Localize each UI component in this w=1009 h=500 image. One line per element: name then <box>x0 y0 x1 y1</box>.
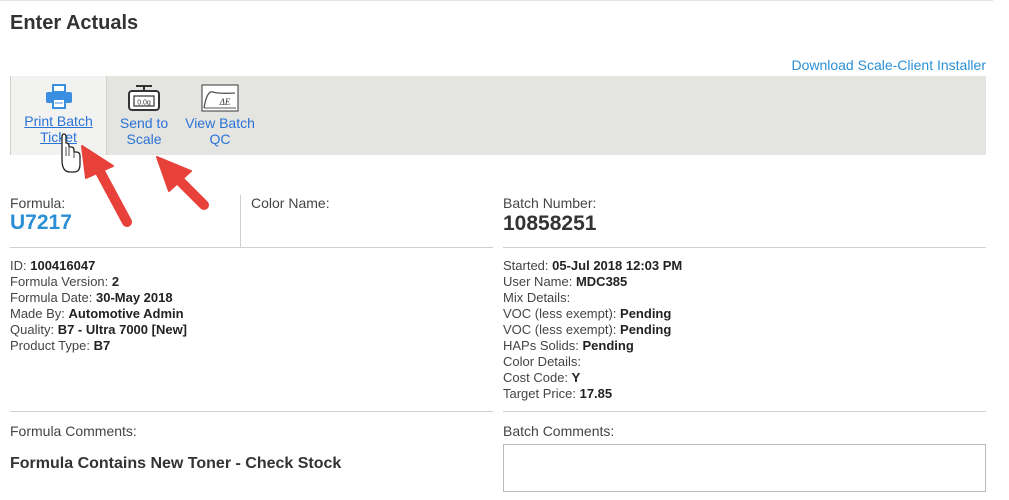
detail-row-made-by: Made By: Automotive Admin <box>10 306 184 321</box>
header-divider <box>240 195 241 247</box>
delta-e-chart-icon: ΔE <box>201 84 239 112</box>
scale-label-line2: Scale <box>126 131 162 147</box>
detail-row-started: Started: 05-Jul 2018 12:03 PM <box>503 258 683 273</box>
batch-number-label: Batch Number: <box>503 195 597 211</box>
formula-number[interactable]: U7217 <box>10 211 72 235</box>
print-batch-ticket-button[interactable]: Print Batch Ticket <box>10 76 107 155</box>
top-divider <box>0 0 993 1</box>
formula-comments-text: Formula Contains New Toner - Check Stock <box>10 455 342 472</box>
right-details-rule <box>503 411 986 412</box>
color-name-label: Color Name: <box>251 195 330 211</box>
detail-row-id: ID: 100416047 <box>10 258 96 273</box>
detail-row-haps-solids: HAPs Solids: Pending <box>503 338 634 353</box>
right-header-rule <box>503 247 986 248</box>
red-arrow-icon <box>81 145 132 227</box>
detail-row-user-name: User Name: MDC385 <box>503 274 628 289</box>
batch-comments-input[interactable] <box>503 444 986 492</box>
qc-label-line1: View Batch <box>185 115 255 131</box>
left-details-rule <box>10 411 493 412</box>
formula-comments-label: Formula Comments: <box>10 423 137 439</box>
view-batch-qc-button[interactable]: ΔE View Batch QC <box>180 76 260 155</box>
batch-number: 10858251 <box>503 212 597 235</box>
send-to-scale-button[interactable]: 0.0g Send to Scale <box>114 76 174 155</box>
detail-row-cost-code: Cost Code: Y <box>503 370 581 385</box>
batch-details: Started: 05-Jul 2018 12:03 PM User Name:… <box>503 258 682 402</box>
red-arrow-icon <box>156 156 209 210</box>
detail-row-target-price: Target Price: 17.85 <box>503 386 613 401</box>
qc-label-line2: QC <box>209 131 231 147</box>
detail-row-mix-details: Mix Details: <box>503 290 571 305</box>
page-title: Enter Actuals <box>10 12 139 34</box>
scale-label-line1: Send to <box>119 115 169 131</box>
detail-row-quality: Quality: B7 - Ultra 7000 [New] <box>10 322 188 337</box>
print-label-line2: Ticket <box>40 129 77 145</box>
left-header-rule <box>10 247 493 248</box>
formula-details: ID: 100416047 Formula Version: 2 Formula… <box>10 258 187 354</box>
detail-row-formula-version: Formula Version: 2 <box>10 274 120 289</box>
print-label-line1: Print Batch <box>24 113 93 129</box>
detail-row-color-details: Color Details: <box>503 354 582 369</box>
delta-e-label: ΔE <box>219 97 231 107</box>
printer-icon <box>45 84 72 109</box>
batch-comments-label: Batch Comments: <box>503 423 615 439</box>
scale-icon: 0.0g <box>128 85 160 111</box>
scale-readout: 0.0g <box>137 100 151 107</box>
detail-row-product-type: Product Type: B7 <box>10 338 111 353</box>
action-toolbar: Print Batch Ticket 0.0g Send to Scale ΔE… <box>10 76 986 155</box>
detail-row-voc-2: VOC (less exempt): Pending <box>503 322 672 337</box>
detail-row-formula-date: Formula Date: 30-May 2018 <box>10 290 173 305</box>
detail-row-voc-1: VOC (less exempt): Pending <box>503 306 672 321</box>
formula-label: Formula: <box>10 195 66 211</box>
download-installer-link[interactable]: Download Scale-Client Installer <box>791 57 986 73</box>
